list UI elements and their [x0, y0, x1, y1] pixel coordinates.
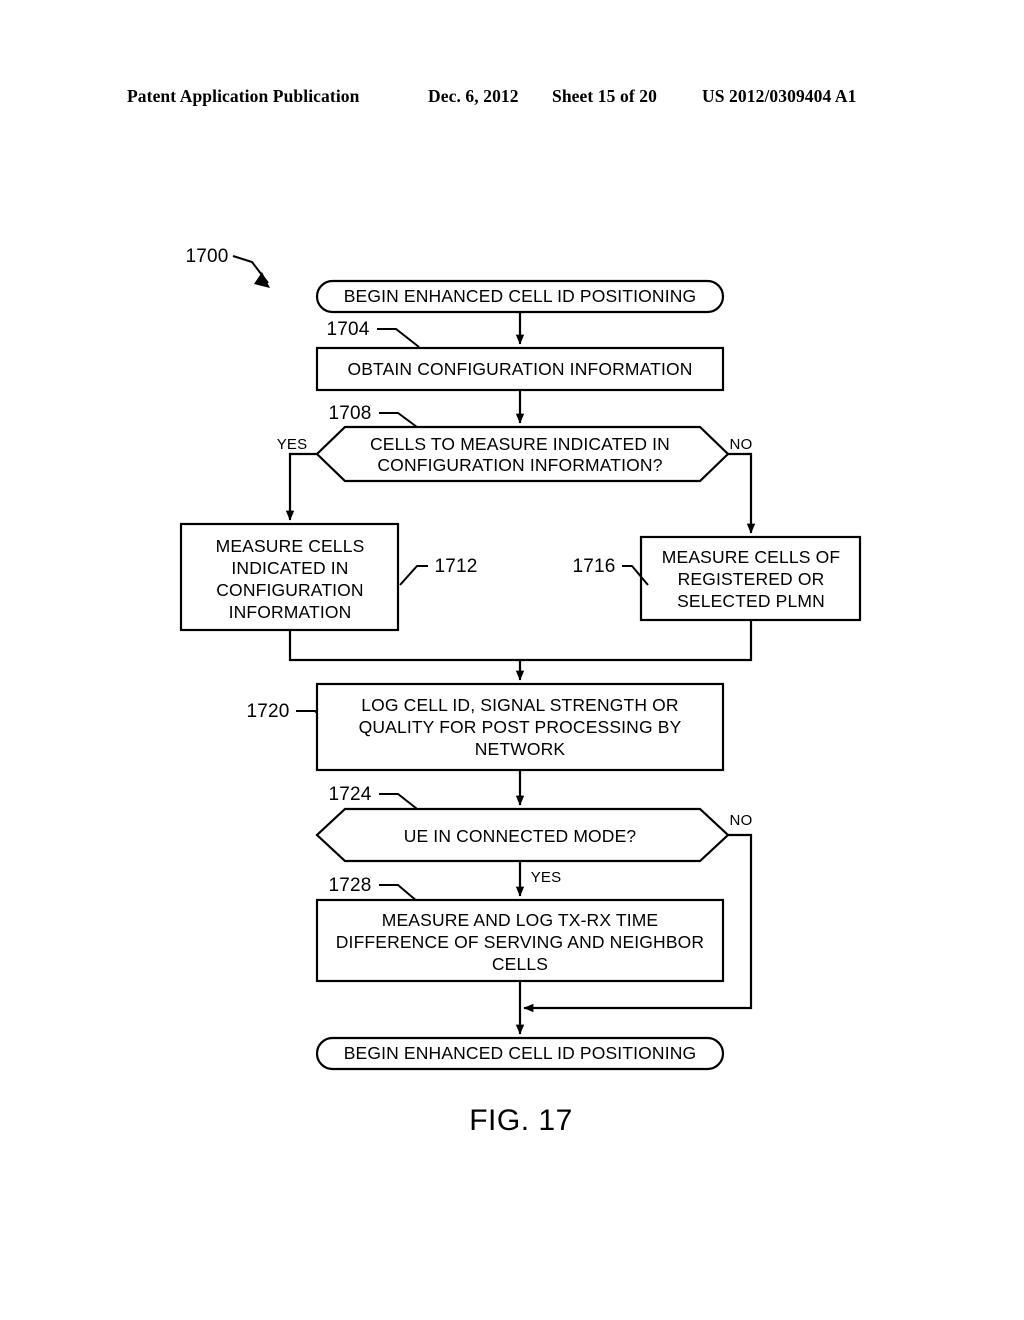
diagram-ref-1700: 1700 — [185, 246, 270, 288]
node-measure-cells-indicated-line2: INDICATED IN — [231, 558, 348, 578]
ref-label-1712: 1712 — [434, 556, 477, 577]
connector-1708-yes-to-1712 — [285, 452, 317, 521]
ref-label-1700: 1700 — [185, 246, 228, 267]
node-ue-connected-mode-label: UE IN CONNECTED MODE? — [404, 826, 637, 846]
flowchart-canvas: 1700 BEGIN ENHANCED CELL ID POSITIONING … — [179, 246, 862, 1137]
node-end[interactable]: BEGIN ENHANCED CELL ID POSITIONING — [315, 1036, 725, 1071]
ref-1704-group: 1704 — [326, 319, 420, 348]
node-end-label: BEGIN ENHANCED CELL ID POSITIONING — [344, 1043, 697, 1063]
ref-label-1708: 1708 — [328, 403, 371, 424]
ref-label-1728: 1728 — [328, 875, 371, 896]
node-measure-cells-indicated-line1: MEASURE CELLS — [216, 536, 365, 556]
node-log-cell-id-line2: QUALITY FOR POST PROCESSING BY — [359, 717, 682, 737]
node-log-cell-id[interactable]: LOG CELL ID, SIGNAL STRENGTH OR QUALITY … — [315, 682, 725, 772]
ref-label-1720: 1720 — [246, 701, 289, 722]
branch-label-no-1708: NO — [730, 436, 753, 453]
node-cells-to-measure-decision[interactable]: CELLS TO MEASURE INDICATED IN CONFIGURAT… — [315, 425, 730, 483]
connector-1708-no-to-1716 — [728, 452, 756, 534]
node-measure-log-txrx[interactable]: MEASURE AND LOG TX-RX TIME DIFFERENCE OF… — [315, 898, 725, 983]
branch-label-yes-1708: YES — [277, 436, 308, 453]
branch-label-yes-1724: YES — [531, 869, 562, 886]
node-measure-log-txrx-line1: MEASURE AND LOG TX-RX TIME — [382, 910, 659, 930]
leader-arrowhead-1700 — [254, 272, 270, 288]
ref-1712-group: 1712 — [399, 556, 477, 586]
node-measure-cells-plmn[interactable]: MEASURE CELLS OF REGISTERED OR SELECTED … — [639, 535, 862, 622]
node-obtain-configuration-label: OBTAIN CONFIGURATION INFORMATION — [347, 359, 692, 379]
ref-label-1716: 1716 — [572, 556, 615, 577]
branch-label-no-1724: NO — [730, 812, 753, 829]
node-measure-log-txrx-line2: DIFFERENCE OF SERVING AND NEIGHBOR — [336, 932, 704, 952]
node-start-label: BEGIN ENHANCED CELL ID POSITIONING — [344, 286, 697, 306]
node-cells-to-measure-line2: CONFIGURATION INFORMATION? — [377, 455, 662, 475]
figure-17-flowchart: 1700 BEGIN ENHANCED CELL ID POSITIONING … — [0, 0, 1024, 1320]
ref-label-1704: 1704 — [326, 319, 369, 340]
node-log-cell-id-line1: LOG CELL ID, SIGNAL STRENGTH OR — [361, 695, 678, 715]
node-measure-cells-plmn-line3: SELECTED PLMN — [677, 591, 825, 611]
ref-1724-group: 1724 — [328, 784, 422, 813]
leader-line-1712 — [399, 565, 428, 586]
node-measure-cells-plmn-line2: REGISTERED OR — [678, 569, 825, 589]
node-measure-cells-indicated-line4: INFORMATION — [229, 602, 352, 622]
node-measure-cells-indicated[interactable]: MEASURE CELLS INDICATED IN CONFIGURATION… — [179, 522, 400, 632]
node-measure-log-txrx-line3: CELLS — [492, 954, 548, 974]
node-measure-cells-plmn-line1: MEASURE CELLS OF — [662, 547, 840, 567]
ref-label-1724: 1724 — [328, 784, 371, 805]
figure-caption: FIG. 17 — [469, 1104, 573, 1137]
node-log-cell-id-line3: NETWORK — [475, 739, 566, 759]
ref-1716-group: 1716 — [572, 556, 649, 586]
node-start[interactable]: BEGIN ENHANCED CELL ID POSITIONING — [315, 279, 725, 314]
ref-1728-group: 1728 — [328, 875, 419, 903]
node-measure-cells-indicated-line3: CONFIGURATION — [216, 580, 363, 600]
node-ue-connected-mode-decision[interactable]: UE IN CONNECTED MODE? — [315, 807, 730, 863]
node-cells-to-measure-line1: CELLS TO MEASURE INDICATED IN — [370, 434, 670, 454]
leader-line-1704 — [377, 328, 420, 348]
node-obtain-configuration[interactable]: OBTAIN CONFIGURATION INFORMATION — [315, 346, 725, 392]
